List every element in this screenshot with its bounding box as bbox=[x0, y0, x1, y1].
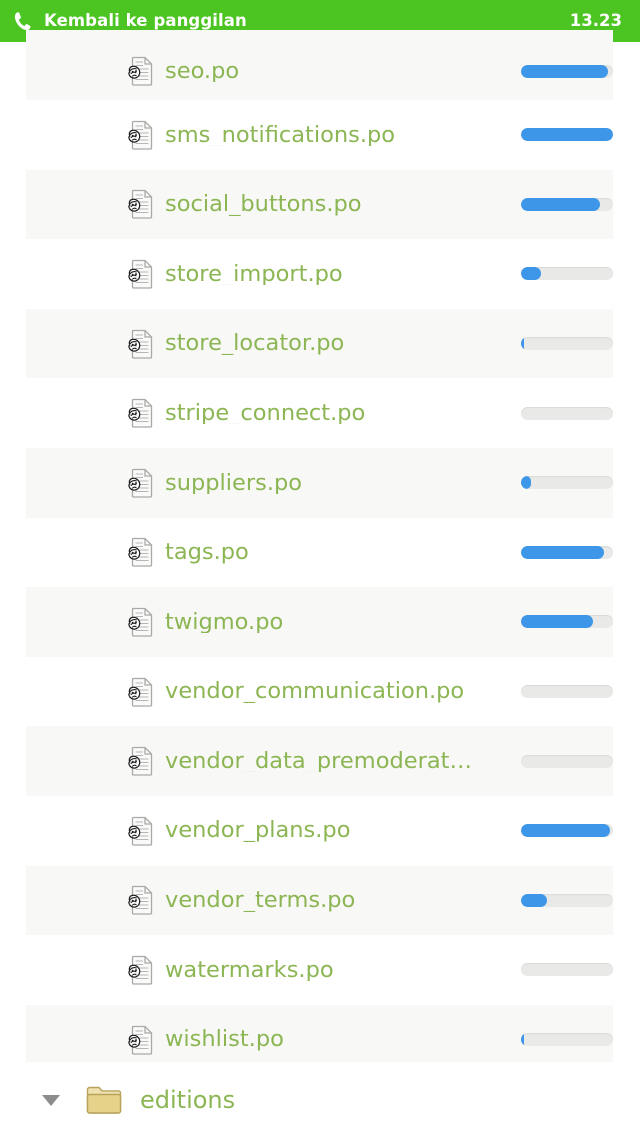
list-item[interactable]: vendor_terms.po bbox=[0, 865, 640, 936]
translation-progress-bar bbox=[521, 1033, 613, 1047]
file-name-label: twigmo.po bbox=[165, 610, 284, 634]
folder-label: editions bbox=[140, 1086, 236, 1114]
translation-progress-bar bbox=[521, 476, 613, 490]
list-item[interactable]: stripe_connect.po bbox=[0, 378, 640, 448]
file-name-label: seo.po bbox=[165, 59, 240, 83]
list-item-content: sms_notifications.po bbox=[0, 120, 640, 150]
po-file-icon bbox=[126, 398, 154, 428]
file-name-label: vendor_plans.po bbox=[165, 819, 351, 842]
list-item[interactable]: twigmo.po bbox=[0, 587, 640, 657]
po-file-icon bbox=[126, 259, 154, 289]
po-file-icon bbox=[126, 329, 154, 359]
translation-progress-bar bbox=[521, 754, 613, 768]
list-item-content: twigmo.po bbox=[0, 607, 640, 637]
list-item-content: store_locator.po bbox=[0, 329, 640, 359]
list-item[interactable]: vendor_data_premoderat… bbox=[0, 726, 640, 796]
file-name-label: vendor_data_premoderat… bbox=[165, 749, 472, 773]
caret-down-icon[interactable] bbox=[40, 1089, 62, 1111]
list-item[interactable]: vendor_plans.po bbox=[0, 796, 640, 866]
list-item-content: watermarks.po bbox=[0, 955, 640, 985]
file-name-label: vendor_communication.po bbox=[165, 680, 465, 703]
translation-progress-fill bbox=[521, 197, 601, 211]
translation-progress-fill bbox=[521, 128, 613, 142]
translation-progress-bar bbox=[521, 824, 613, 838]
list-item[interactable]: tags.po bbox=[0, 518, 640, 588]
file-name-label: suppliers.po bbox=[165, 471, 303, 495]
translation-progress-fill bbox=[521, 64, 609, 78]
call-duration: 13.23 bbox=[569, 10, 622, 30]
po-file-icon bbox=[126, 189, 154, 220]
list-item[interactable]: social_buttons.po bbox=[0, 169, 640, 240]
po-file-icon bbox=[126, 56, 154, 86]
translation-progress-bar bbox=[521, 267, 613, 281]
translation-progress-bar bbox=[521, 545, 613, 559]
file-name-label: wishlist.po bbox=[165, 1028, 284, 1051]
list-item-content: social_buttons.po bbox=[0, 189, 640, 220]
translation-progress-bar bbox=[521, 963, 613, 977]
list-item-content: wishlist.po bbox=[0, 1025, 640, 1055]
folder-icon bbox=[86, 1085, 122, 1115]
translation-progress-fill bbox=[521, 615, 593, 629]
translation-progress-fill bbox=[521, 1033, 524, 1047]
po-file-icon bbox=[126, 1025, 154, 1055]
translation-progress-bar bbox=[521, 406, 613, 420]
list-item-content: store_import.po bbox=[0, 259, 640, 289]
list-item-content: tags.po bbox=[0, 537, 640, 568]
translation-progress-bar bbox=[521, 337, 613, 351]
list-item[interactable]: store_import.po bbox=[0, 239, 640, 309]
translation-progress-fill bbox=[521, 824, 611, 838]
return-to-call-label: Kembali ke panggilan bbox=[44, 10, 247, 30]
list-item-content: seo.po bbox=[0, 56, 640, 86]
translation-progress-bar bbox=[521, 893, 613, 907]
translation-progress-fill bbox=[521, 337, 524, 351]
file-name-label: store_locator.po bbox=[165, 332, 345, 355]
po-file-icon bbox=[126, 537, 154, 568]
translation-progress-bar bbox=[521, 615, 613, 629]
po-file-icon bbox=[126, 955, 154, 985]
translation-progress-fill bbox=[521, 545, 604, 559]
po-file-icon bbox=[126, 120, 154, 150]
list-item[interactable]: store_locator.po bbox=[0, 308, 640, 379]
file-name-label: store_import.po bbox=[165, 262, 343, 286]
list-item[interactable]: seo.po bbox=[0, 30, 640, 100]
po-file-icon bbox=[126, 885, 154, 915]
po-file-icon bbox=[126, 746, 154, 776]
list-item-content: vendor_communication.po bbox=[0, 677, 640, 707]
list-item[interactable]: sms_notifications.po bbox=[0, 100, 640, 170]
folder-row-editions[interactable]: editions bbox=[0, 1062, 640, 1138]
list-item-content: suppliers.po bbox=[0, 468, 640, 498]
translation-progress-fill bbox=[521, 267, 542, 281]
file-name-label: vendor_terms.po bbox=[165, 889, 356, 912]
translation-progress-fill bbox=[521, 893, 547, 907]
list-item[interactable]: suppliers.po bbox=[0, 447, 640, 518]
po-file-icon bbox=[126, 816, 154, 846]
list-item-content: vendor_data_premoderat… bbox=[0, 746, 640, 776]
file-name-label: watermarks.po bbox=[165, 958, 334, 982]
po-file-icon bbox=[126, 677, 154, 707]
list-item-content: stripe_connect.po bbox=[0, 398, 640, 428]
list-item-content: vendor_plans.po bbox=[0, 816, 640, 846]
po-file-icon bbox=[126, 468, 154, 498]
translation-progress-bar bbox=[521, 685, 613, 699]
po-file-list[interactable]: seo.po sms_notifications.po social_buttons… bbox=[0, 30, 640, 1138]
translation-progress-fill bbox=[521, 476, 532, 490]
list-item-content: vendor_terms.po bbox=[0, 885, 640, 915]
file-name-label: stripe_connect.po bbox=[165, 401, 366, 425]
list-item[interactable]: vendor_communication.po bbox=[0, 657, 640, 727]
translation-progress-bar bbox=[521, 197, 613, 211]
phone-icon bbox=[12, 10, 34, 32]
translation-progress-bar bbox=[521, 128, 613, 142]
file-name-label: sms_notifications.po bbox=[165, 123, 396, 147]
translation-progress-bar bbox=[521, 64, 613, 78]
file-name-label: social_buttons.po bbox=[165, 193, 362, 216]
list-item[interactable]: watermarks.po bbox=[0, 935, 640, 1005]
file-name-label: tags.po bbox=[165, 541, 249, 564]
po-file-icon bbox=[126, 607, 154, 637]
